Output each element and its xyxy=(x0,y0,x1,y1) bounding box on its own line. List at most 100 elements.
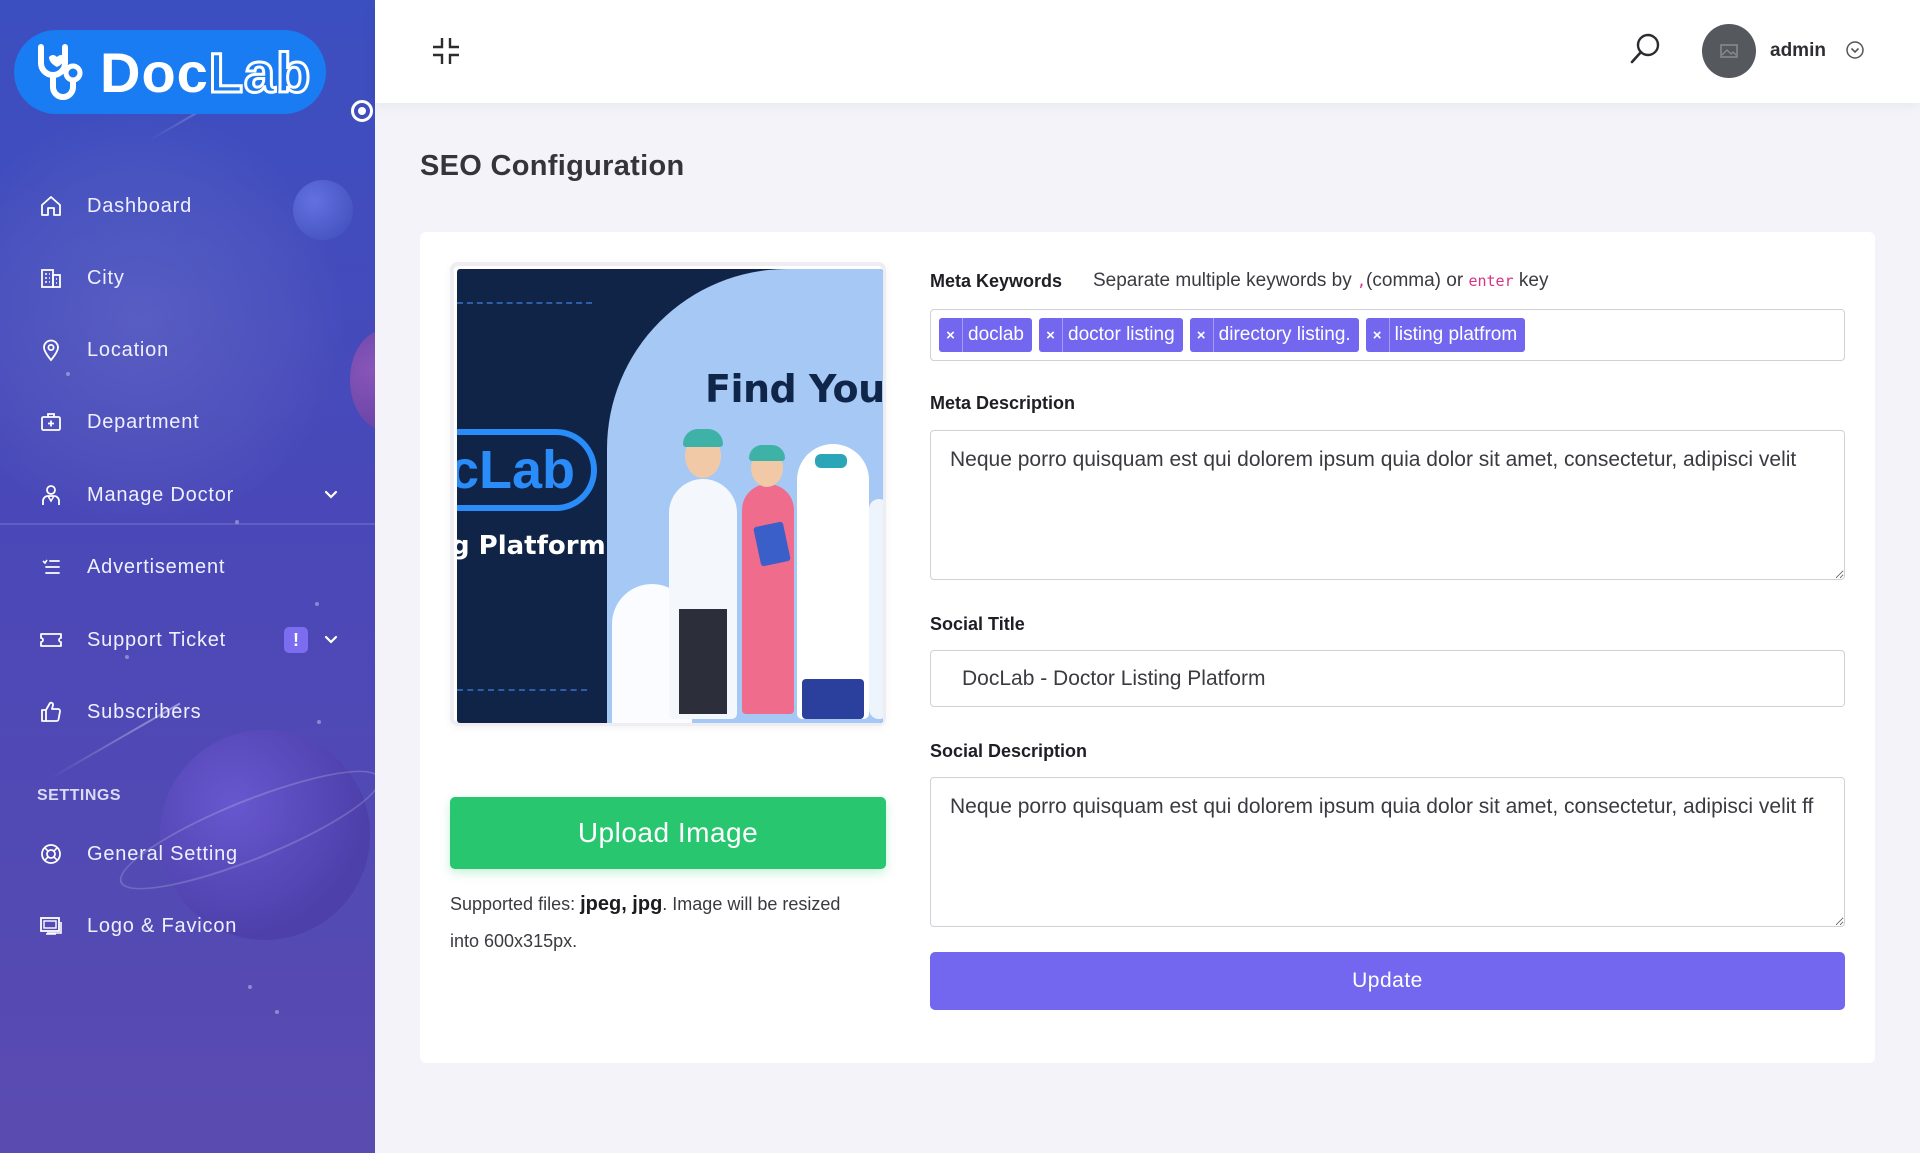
keyword-tag: × doctor listing xyxy=(1039,318,1183,352)
hazmat-visor xyxy=(815,454,847,468)
sidebar-item-dashboard[interactable]: Dashboard xyxy=(0,178,375,234)
social-title-label: Social Title xyxy=(930,614,1025,634)
sidebar-item-label: Department xyxy=(87,410,200,433)
logo-doc-text: Doc xyxy=(100,40,209,104)
logo-badge: DocLab xyxy=(14,30,326,114)
seo-image-preview: Find Your D cLab g Platform xyxy=(450,262,886,726)
sidebar-item-label: Logo & Favicon xyxy=(87,914,238,937)
keyword-tag: × directory listing. xyxy=(1189,318,1359,352)
meta-description-textarea[interactable]: Neque porro quisquam est qui dolorem ips… xyxy=(930,430,1845,580)
keyword-tag-label: listing platfrom xyxy=(1394,324,1518,345)
nurse-figure xyxy=(742,484,794,714)
banner-plant-illustration xyxy=(869,499,883,719)
keyword-tag: × doclab xyxy=(939,318,1032,352)
remove-tag-icon[interactable]: × xyxy=(1039,318,1063,352)
user-name[interactable]: admin xyxy=(1770,40,1826,62)
doctor-icon xyxy=(38,482,64,508)
banner-dash-line xyxy=(457,302,592,304)
banner-brand: cLab xyxy=(457,429,597,511)
avatar[interactable] xyxy=(1702,24,1756,78)
hazmat-figure xyxy=(797,444,869,719)
keyword-tag-label: doctor listing xyxy=(1068,324,1175,345)
meta-keywords-label: Meta Keywords xyxy=(930,271,1063,291)
logo-lab-text: Lab xyxy=(207,39,312,105)
page-title: SEO Configuration xyxy=(420,150,685,182)
sidebar-star xyxy=(248,985,252,989)
sidebar-item-label: City xyxy=(87,266,125,289)
social-description-textarea[interactable]: Neque porro quisquam est qui dolorem ips… xyxy=(930,777,1845,927)
topbar: admin xyxy=(375,0,1920,103)
keyword-tag-label: directory listing. xyxy=(1218,324,1351,345)
building-icon xyxy=(38,265,64,291)
medical-kit-icon xyxy=(38,409,64,435)
logo-wordmark: DocLab xyxy=(100,39,312,105)
sidebar-toggle-radio[interactable] xyxy=(351,100,373,122)
sidebar-item-advertisement[interactable]: Advertisement xyxy=(0,539,375,595)
settings-section-title: SETTINGS xyxy=(37,787,122,804)
list-icon xyxy=(38,554,64,580)
upload-image-button[interactable]: Upload Image xyxy=(450,797,886,869)
remove-tag-icon[interactable]: × xyxy=(1366,318,1390,352)
sidebar-item-logo-favicon[interactable]: Logo & Favicon xyxy=(0,898,375,954)
hint-text: (comma) or xyxy=(1366,270,1469,291)
image-placeholder-icon xyxy=(1720,44,1738,58)
update-button[interactable]: Update xyxy=(930,952,1845,1010)
ticket-icon xyxy=(38,627,64,653)
sidebar-item-city[interactable]: City xyxy=(0,250,375,306)
chevron-down-icon[interactable] xyxy=(322,631,340,649)
banner-dash-line xyxy=(457,689,587,691)
banner-platform-text: g Platform xyxy=(457,531,606,561)
upload-note-formats: jpeg, jpg xyxy=(580,893,663,915)
meta-description-label: Meta Description xyxy=(930,393,1076,413)
sidebar-item-label: General Setting xyxy=(87,842,238,865)
sidebar-item-subscribers[interactable]: Subscribers xyxy=(0,684,375,740)
search-icon[interactable] xyxy=(1628,32,1662,66)
hint-comma-code: , xyxy=(1357,272,1367,290)
doctor-trousers xyxy=(679,609,727,714)
sidebar-item-label: Manage Doctor xyxy=(87,483,235,506)
sidebar-item-support-ticket[interactable]: Support Ticket ! xyxy=(0,612,375,668)
collapse-icon[interactable] xyxy=(431,36,461,66)
seo-config-card: Find Your D cLab g Platform Upload Image… xyxy=(420,232,1875,1063)
map-pin-icon xyxy=(38,337,64,363)
keyword-tag: × listing platfrom xyxy=(1365,318,1526,352)
social-title-input[interactable] xyxy=(930,650,1845,707)
sidebar-divider xyxy=(0,523,375,525)
sidebar-item-label: Advertisement xyxy=(87,555,226,578)
home-icon xyxy=(38,193,64,219)
chevron-down-circle-icon[interactable] xyxy=(1845,40,1865,60)
monitor-icon xyxy=(38,913,64,939)
doctor-cap xyxy=(683,429,723,447)
sidebar-item-department[interactable]: Department xyxy=(0,394,375,450)
thumbs-up-icon xyxy=(38,699,64,725)
nurse-cap xyxy=(749,445,785,461)
hint-enter-code: enter xyxy=(1468,272,1514,290)
keyword-tag-label: doclab xyxy=(968,324,1024,345)
stethoscope-icon xyxy=(14,30,100,114)
sidebar-item-label: Location xyxy=(87,338,170,361)
sidebar-item-manage-doctor[interactable]: Manage Doctor xyxy=(0,467,375,523)
hint-text: Separate multiple keywords by xyxy=(1093,270,1358,291)
sidebar-item-label: Subscribers xyxy=(87,700,202,723)
sidebar-item-label: Dashboard xyxy=(87,194,193,217)
hazmat-boots xyxy=(802,679,864,719)
banner-headline: Find Your D xyxy=(705,367,883,411)
sidebar: DocLab Dashboard City Location Departmen… xyxy=(0,0,375,1153)
sidebar-item-general-setting[interactable]: General Setting xyxy=(0,826,375,882)
remove-tag-icon[interactable]: × xyxy=(1190,318,1214,352)
upload-note-prefix: Supported files: xyxy=(450,894,581,914)
doclab-logo[interactable]: DocLab xyxy=(14,28,373,122)
upload-note: Supported files: jpeg, jpg. Image will b… xyxy=(450,886,870,960)
lifebuoy-icon xyxy=(38,841,64,867)
sidebar-item-location[interactable]: Location xyxy=(0,322,375,378)
chevron-down-icon[interactable] xyxy=(322,486,340,504)
sidebar-star xyxy=(275,1010,279,1014)
remove-tag-icon[interactable]: × xyxy=(939,318,963,352)
preview-banner: Find Your D cLab g Platform xyxy=(457,269,883,723)
social-description-label: Social Description xyxy=(930,741,1088,761)
alert-badge: ! xyxy=(284,627,308,653)
meta-keywords-hint: Separate multiple keywords by ,(comma) o… xyxy=(1093,270,1548,292)
sidebar-star xyxy=(315,602,319,606)
hint-text: key xyxy=(1513,270,1549,291)
meta-keywords-input[interactable]: × doclab × doctor listing × directory listi… xyxy=(930,309,1845,361)
